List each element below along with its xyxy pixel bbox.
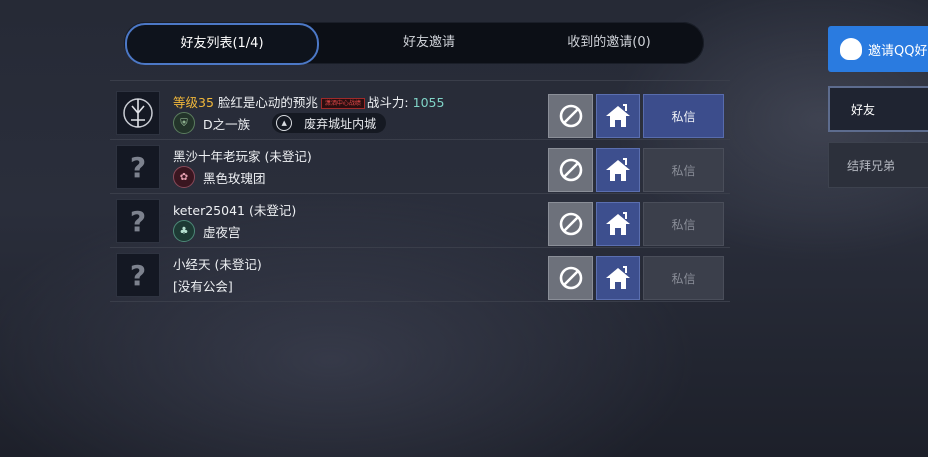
friend-row: ? 黑沙十年老玩家 (未登记) ✿ 黑色玫瑰团 私信 bbox=[110, 140, 730, 194]
home-icon bbox=[606, 212, 630, 235]
visit-home-button[interactable] bbox=[596, 202, 640, 246]
friend-name: keter25041 (未登记) bbox=[173, 203, 297, 218]
avatar bbox=[116, 91, 160, 135]
qq-penguin-icon bbox=[840, 38, 862, 60]
class-emblem-icon bbox=[123, 98, 153, 128]
private-message-button[interactable]: 私信 bbox=[643, 94, 724, 138]
power-label: 战斗力: bbox=[366, 95, 409, 110]
friend-name-line: 等级35 脸红是心动的预兆 潇洒中心战绩 战斗力: 1055 bbox=[173, 92, 444, 111]
home-icon bbox=[606, 158, 630, 181]
divider bbox=[110, 80, 730, 81]
block-icon bbox=[559, 104, 582, 128]
tab-received-invites[interactable]: 收到的邀请(0) bbox=[524, 22, 694, 64]
friend-name-line: keter25041 (未登记) bbox=[173, 200, 296, 219]
visit-home-button[interactable] bbox=[596, 256, 640, 300]
block-button[interactable] bbox=[548, 202, 593, 246]
friend-row: 等级35 脸红是心动的预兆 潇洒中心战绩 战斗力: 1055 ⛨ D之一族 ▲ 废弃… bbox=[110, 86, 730, 140]
friend-name: 脸红是心动的预兆 bbox=[217, 95, 318, 110]
invite-qq-label: 邀请QQ好 bbox=[868, 43, 928, 59]
navigate-icon: ▲ bbox=[276, 115, 293, 131]
invite-qq-friends-button[interactable]: 邀请QQ好 bbox=[828, 26, 928, 72]
guild-emblem-icon: ♣ bbox=[173, 220, 195, 242]
location-name: 废弃城址内城 bbox=[304, 116, 377, 131]
private-message-button[interactable]: 私信 bbox=[643, 256, 724, 300]
friend-guild-line: [没有公会] bbox=[173, 275, 233, 295]
friend-name-line: 黑沙十年老玩家 (未登记) bbox=[173, 146, 312, 165]
friend-guild-line: ⛨ D之一族 ▲ 废弃城址内城 bbox=[173, 112, 387, 134]
friend-guild-line: ♣ 虚夜宫 bbox=[173, 220, 241, 242]
block-button[interactable] bbox=[548, 94, 593, 138]
side-tab-friend[interactable]: 好友 bbox=[828, 86, 928, 132]
home-icon bbox=[606, 266, 630, 289]
title-badge: 潇洒中心战绩 bbox=[320, 98, 365, 109]
friend-name: 黑沙十年老玩家 (未登记) bbox=[173, 149, 312, 164]
visit-home-button[interactable] bbox=[596, 94, 640, 138]
avatar: ? bbox=[116, 145, 160, 189]
private-message-button[interactable]: 私信 bbox=[643, 202, 724, 246]
location-badge[interactable]: ▲ 废弃城址内城 bbox=[272, 113, 387, 133]
avatar: ? bbox=[116, 253, 160, 297]
guild-name: 虚夜宫 bbox=[203, 224, 241, 240]
tab-friend-invite[interactable]: 好友邀请 bbox=[354, 22, 504, 64]
tab-friend-list[interactable]: 好友列表(1/4) bbox=[125, 23, 319, 65]
side-tab-sworn-brothers[interactable]: 结拜兄弟 bbox=[828, 142, 928, 188]
friend-row: ? keter25041 (未登记) ♣ 虚夜宫 私信 bbox=[110, 194, 730, 248]
block-icon bbox=[559, 158, 582, 182]
block-icon bbox=[559, 266, 582, 290]
block-button[interactable] bbox=[548, 148, 593, 192]
guild-emblem-icon: ✿ bbox=[173, 166, 195, 188]
guild-name: 黑色玫瑰团 bbox=[203, 170, 266, 186]
friend-level: 等级35 bbox=[173, 95, 214, 110]
avatar: ? bbox=[116, 199, 160, 243]
visit-home-button[interactable] bbox=[596, 148, 640, 192]
guild-name: D之一族 bbox=[203, 116, 251, 132]
friend-row: ? 小经天 (未登记) [没有公会] 私信 bbox=[110, 248, 730, 302]
friend-name-line: 小经天 (未登记) bbox=[173, 254, 262, 273]
friend-guild-line: ✿ 黑色玫瑰团 bbox=[173, 166, 266, 188]
private-message-button[interactable]: 私信 bbox=[643, 148, 724, 192]
power-value: 1055 bbox=[412, 95, 445, 110]
friend-tabs: 好友列表(1/4) 好友邀请 收到的邀请(0) bbox=[124, 22, 704, 65]
divider bbox=[110, 301, 730, 302]
block-icon bbox=[559, 212, 582, 236]
block-button[interactable] bbox=[548, 256, 593, 300]
guild-name: [没有公会] bbox=[173, 278, 233, 294]
friend-name: 小经天 (未登记) bbox=[173, 257, 262, 272]
home-icon bbox=[606, 104, 630, 127]
guild-emblem-icon: ⛨ bbox=[173, 112, 195, 134]
